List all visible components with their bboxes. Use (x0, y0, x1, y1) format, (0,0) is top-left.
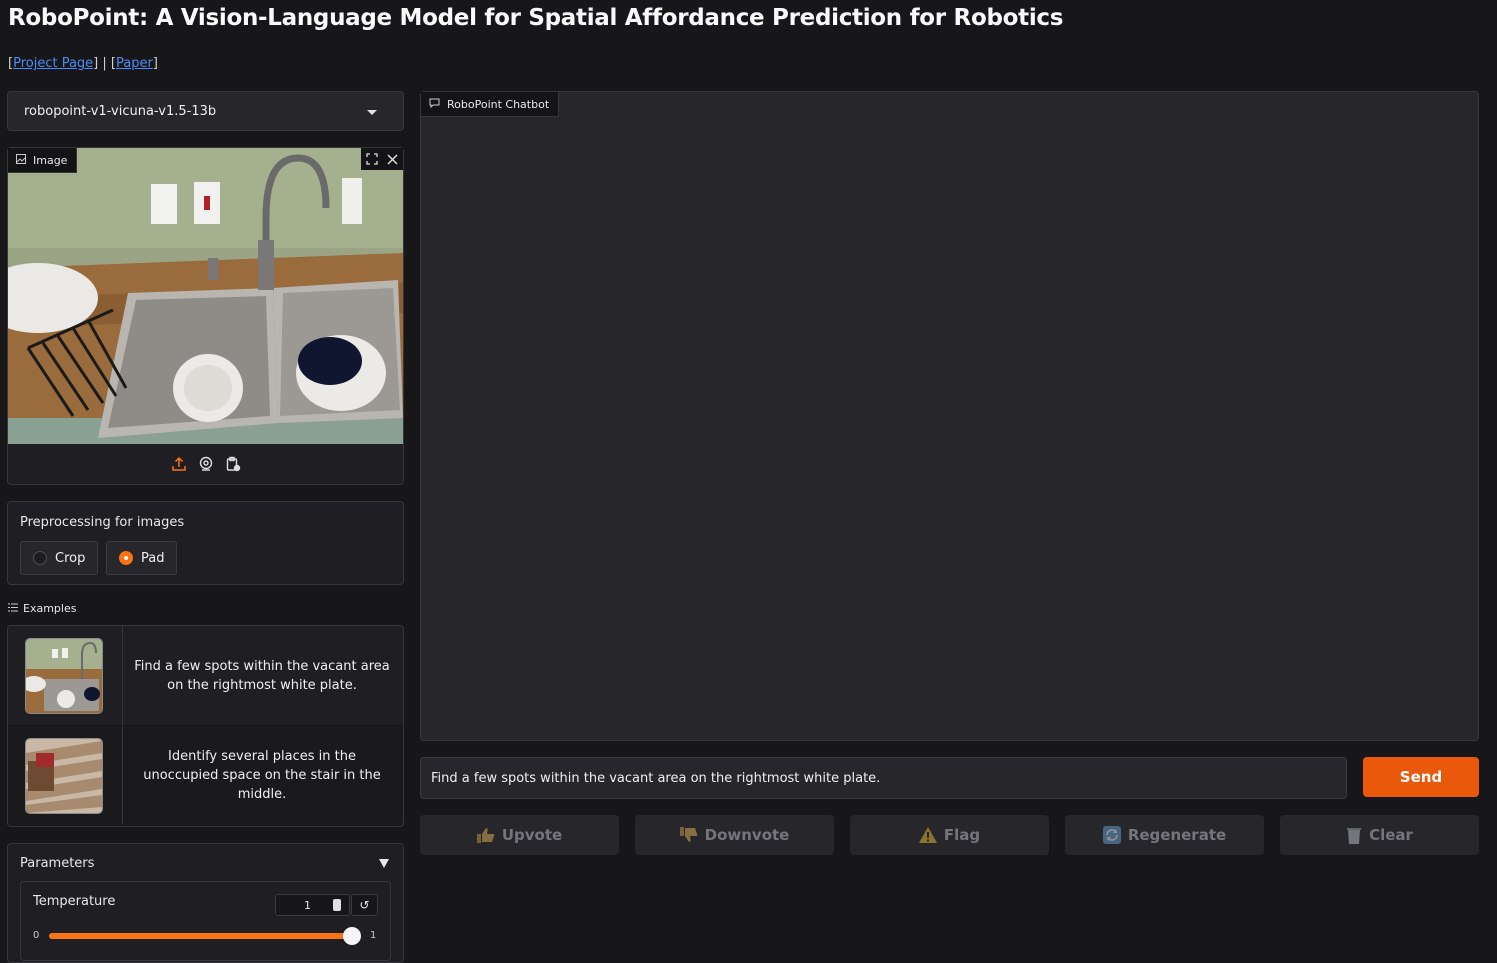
example-text: Identify several places in the unoccupie… (143, 749, 381, 802)
image-source-bar (8, 444, 403, 484)
regenerate-button[interactable]: Regenerate (1065, 815, 1264, 855)
example-thumbnail-kitchen (25, 638, 103, 714)
header-links: [Project Page] | [Paper] (8, 56, 158, 71)
flag-button[interactable]: Flag (850, 815, 1049, 855)
temperature-label: Temperature (33, 894, 116, 909)
upvote-button[interactable]: Upvote (420, 815, 619, 855)
image-label: Image (8, 148, 78, 173)
example-text: Find a few spots within the vacant area … (134, 658, 390, 693)
model-dropdown[interactable]: robopoint-v1-vicuna-v1.5-13b (7, 91, 404, 131)
list-icon (8, 602, 18, 615)
project-page-link[interactable]: Project Page (13, 56, 93, 71)
radio-dot (33, 551, 47, 565)
warning-icon (918, 827, 937, 843)
clear-button[interactable]: Clear (1280, 815, 1479, 855)
temperature-slider-handle[interactable] (343, 927, 361, 945)
example-thumbnail-stairs (25, 738, 103, 814)
thumbs-down-icon (679, 827, 698, 843)
slider-max-label: 1 (370, 930, 377, 941)
upload-icon[interactable] (171, 456, 187, 472)
image-icon (16, 153, 26, 167)
collapse-triangle-icon[interactable] (379, 859, 389, 868)
temperature-number-input[interactable]: 1 (275, 894, 350, 916)
pad-radio[interactable]: Pad (106, 541, 178, 575)
chatbot-label: RoboPoint Chatbot (421, 92, 560, 117)
example-row[interactable]: Find a few spots within the vacant area … (8, 626, 403, 725)
parameters-label: Parameters (20, 856, 95, 871)
column-divider (122, 726, 123, 825)
paper-link[interactable]: Paper (116, 56, 153, 71)
examples-table: Find a few spots within the vacant area … (7, 625, 404, 827)
slider-min-label: 0 (33, 930, 40, 941)
model-dropdown-value: robopoint-v1-vicuna-v1.5-13b (24, 104, 217, 119)
fullscreen-icon[interactable] (361, 148, 382, 170)
thumbs-up-icon (476, 827, 495, 843)
column-divider (122, 626, 123, 725)
reset-icon[interactable]: ↺ (351, 894, 378, 916)
clipboard-icon[interactable] (225, 456, 241, 472)
chat-bubble-icon (429, 98, 440, 111)
message-input[interactable] (420, 757, 1347, 799)
examples-label: Examples (8, 602, 76, 615)
preprocessing-panel: Preprocessing for images Crop Pad (7, 501, 404, 585)
downvote-button[interactable]: Downvote (635, 815, 834, 855)
image-upload-panel[interactable]: Image (7, 147, 404, 485)
webcam-icon[interactable] (198, 456, 214, 472)
chatbot-panel: RoboPoint Chatbot (420, 91, 1479, 741)
parameters-panel[interactable]: Parameters Temperature 1 ↺ 0 1 (7, 843, 404, 963)
refresh-icon (1102, 826, 1121, 844)
spinner-icon[interactable] (333, 899, 341, 911)
image-tools (361, 148, 403, 170)
example-row[interactable]: Identify several places in the unoccupie… (8, 726, 403, 825)
crop-radio[interactable]: Crop (20, 541, 99, 575)
chevron-down-icon (367, 110, 377, 115)
radio-dot-selected (119, 551, 133, 565)
uploaded-image (8, 148, 403, 444)
close-icon[interactable] (382, 148, 403, 170)
temperature-slider-track[interactable] (49, 933, 353, 939)
send-button[interactable]: Send (1363, 757, 1479, 797)
page-title: RoboPoint: A Vision-Language Model for S… (8, 5, 1064, 31)
preprocessing-label: Preprocessing for images (20, 515, 185, 530)
temperature-control: Temperature 1 ↺ 0 1 (20, 881, 391, 961)
trash-icon (1346, 826, 1362, 844)
